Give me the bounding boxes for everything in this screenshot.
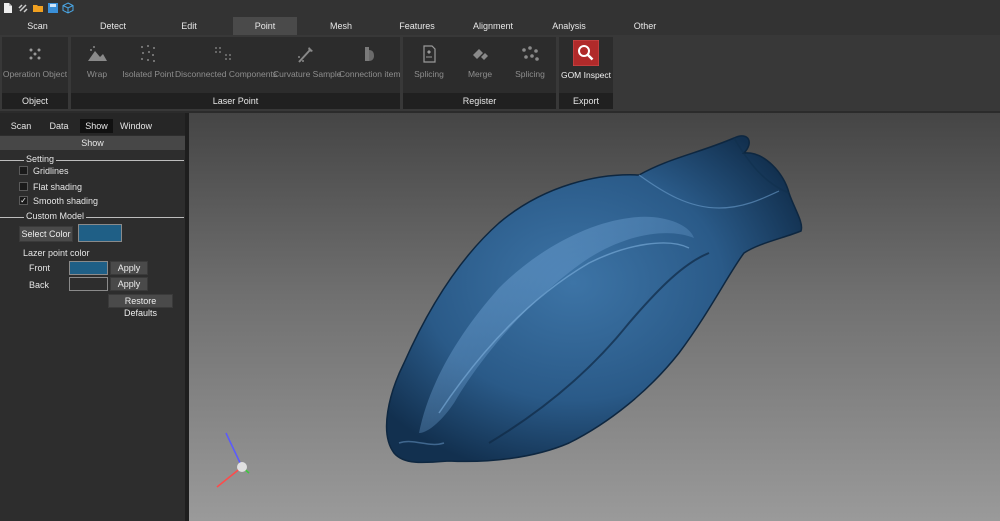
ribbon-group-object: Operation Object Object (2, 37, 68, 109)
open-folder-icon[interactable] (32, 2, 44, 14)
smooth-shading-option[interactable]: ✓ Smooth shading (19, 195, 98, 207)
side-panel: Scan Data Show Window Show Setting Gridl… (0, 113, 185, 521)
viewport-canvas (216, 135, 803, 488)
operation-object-label: Operation Object (2, 69, 68, 79)
operation-object-button[interactable]: Operation Object (2, 43, 68, 89)
connection-item-icon (365, 47, 374, 61)
quick-access-toolbar (0, 0, 1000, 17)
isolated-point-label: Isolated Point (122, 69, 174, 79)
ribbon-group-export-title: Export (559, 93, 613, 109)
link-icon[interactable] (17, 2, 29, 14)
curvature-sample-label: Curvature Sample (273, 69, 342, 79)
3d-viewport[interactable] (189, 113, 1000, 521)
gom-inspect-icon (573, 40, 599, 66)
tab-analysis[interactable]: Analysis (531, 17, 607, 35)
axis-triad (216, 432, 250, 488)
gridlines-checkbox[interactable] (19, 166, 28, 176)
back-label: Back (29, 280, 50, 290)
panel-tab-scan[interactable]: Scan (4, 119, 38, 133)
menu-tabs: Scan Detect Edit Point Mesh Features Ali… (0, 17, 1000, 35)
tab-alignment[interactable]: Alignment (455, 17, 531, 35)
lazer-point-title: Lazer point color (23, 248, 90, 258)
gom-inspect-label: GOM Inspect (560, 70, 612, 80)
splicing-points-label: Splicing (515, 69, 545, 79)
ribbon-group-register: Splicing Merge Splicing Register (403, 37, 556, 109)
smooth-shading-label: Smooth shading (33, 196, 99, 206)
splicing-button[interactable]: Splicing (408, 43, 450, 89)
splicing-points-icon (522, 46, 539, 61)
tab-other[interactable]: Other (607, 17, 683, 35)
custom-model-title: Custom Model (24, 211, 87, 221)
front-label: Front (29, 263, 51, 273)
select-color-button[interactable]: Select Color (19, 226, 73, 242)
scanned-model[interactable] (385, 135, 803, 464)
curvature-sample-icon (298, 47, 313, 63)
splicing-label: Splicing (414, 69, 444, 79)
merge-icon (473, 49, 488, 60)
flat-shading-option[interactable]: Flat shading (19, 181, 82, 193)
back-color-swatch[interactable] (69, 277, 108, 291)
flat-shading-label: Flat shading (33, 182, 83, 192)
panel-tab-window[interactable]: Window (116, 119, 156, 133)
tab-scan[interactable]: Scan (0, 17, 75, 35)
smooth-shading-checkbox[interactable]: ✓ (19, 196, 28, 206)
merge-label: Merge (467, 69, 493, 79)
panel-tabs: Scan Data Show Window (0, 113, 185, 135)
ribbon-group-object-title: Object (2, 93, 68, 109)
front-apply-button[interactable]: Apply (110, 261, 148, 275)
wrap-icon (88, 46, 107, 61)
connection-item-label: Connection item (339, 69, 401, 79)
flat-shading-checkbox[interactable] (19, 182, 28, 192)
tab-features[interactable]: Features (379, 17, 455, 35)
isolated-point-icon (141, 45, 155, 62)
tab-point[interactable]: Point (233, 17, 297, 35)
gom-inspect-button[interactable]: GOM Inspect (559, 40, 613, 86)
setting-title: Setting (24, 154, 57, 164)
gridlines-label: Gridlines (33, 166, 69, 176)
restore-defaults-button[interactable]: Restore Defaults (108, 294, 173, 318)
panel-tab-show[interactable]: Show (80, 119, 113, 133)
disconnected-components-button[interactable]: Disconnected Components (175, 43, 278, 89)
cube-icon[interactable] (62, 2, 74, 14)
ribbon: Operation Object Object Wrap Isolated Po… (0, 35, 1000, 111)
disconnected-components-label: Disconnected Components (175, 69, 278, 79)
panel-tab-data[interactable]: Data (42, 119, 76, 133)
merge-button[interactable]: Merge (459, 43, 501, 89)
save-icon[interactable] (47, 2, 59, 14)
tab-mesh[interactable]: Mesh (303, 17, 379, 35)
splicing-points-button[interactable]: Splicing (509, 43, 551, 89)
curvature-sample-button[interactable]: Curvature Sample (273, 43, 342, 89)
disconnected-components-icon (215, 47, 231, 60)
back-apply-button[interactable]: Apply (110, 277, 148, 291)
ribbon-group-register-title: Register (403, 93, 556, 109)
connection-item-button[interactable]: Connection item (339, 43, 401, 89)
wrap-label: Wrap (86, 69, 108, 79)
splicing-icon (423, 45, 436, 63)
operation-object-icon (29, 48, 41, 60)
tab-detect[interactable]: Detect (75, 17, 151, 35)
model-color-swatch[interactable] (78, 224, 122, 242)
gridlines-option[interactable]: Gridlines (19, 165, 69, 177)
wrap-button[interactable]: Wrap (81, 43, 113, 89)
ribbon-group-export: GOM Inspect Export (559, 37, 613, 109)
isolated-point-button[interactable]: Isolated Point (121, 43, 175, 89)
new-file-icon[interactable] (2, 2, 14, 14)
front-color-swatch[interactable] (69, 261, 108, 275)
ribbon-group-laser-point: Wrap Isolated Point Disconnected Compone… (71, 37, 400, 109)
show-header: Show (0, 136, 185, 150)
ribbon-group-laser-point-title: Laser Point (71, 93, 400, 109)
tab-edit[interactable]: Edit (151, 17, 227, 35)
